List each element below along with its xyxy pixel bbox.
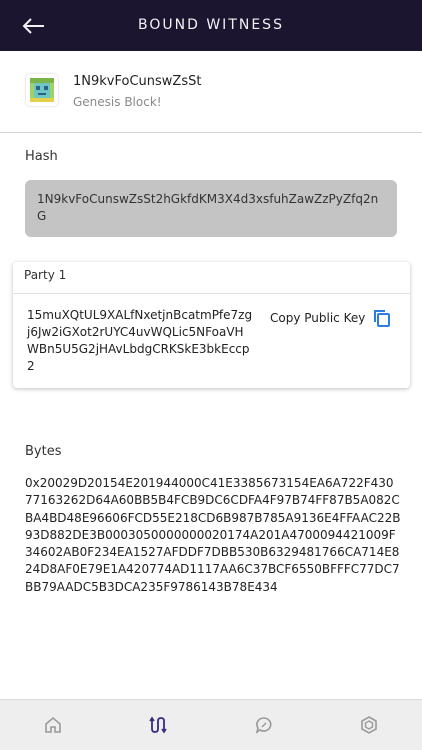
- copy-public-key-label: Copy Public Key: [270, 311, 366, 325]
- copy-public-key-button[interactable]: Copy Public Key: [270, 309, 391, 327]
- bound-witness-icon: [149, 716, 167, 734]
- hash-value: 1N9kvFoCunswZsSt2hGkfdKM3X4d3xsfuhZawZzP…: [25, 180, 397, 237]
- hash-label: Hash: [25, 149, 58, 164]
- party-card: Party 1 15muXQtUL9XALfNxetjnBcatmPfe7zgj…: [13, 262, 410, 388]
- block-avatar: [26, 74, 58, 106]
- tab-bound-witness[interactable]: [146, 714, 170, 736]
- pixel-avatar-icon: [30, 78, 54, 102]
- bytes-label: Bytes: [25, 444, 62, 459]
- hexagon-icon: [361, 716, 377, 734]
- top-bar: BOUND WITNESS: [0, 0, 422, 51]
- party-divider: [13, 293, 410, 294]
- block-subtitle: Genesis Block!: [73, 95, 162, 109]
- bottom-tab-bar: [0, 699, 422, 750]
- chat-icon: [255, 717, 272, 734]
- tab-home[interactable]: [41, 714, 65, 736]
- block-header: [0, 51, 422, 133]
- page-title: BOUND WITNESS: [138, 17, 284, 33]
- party-public-key: 15muXQtUL9XALfNxetjnBcatmPfe7zgj6Jw2iGXo…: [27, 308, 253, 373]
- copy-icon: [374, 310, 391, 327]
- tab-settings[interactable]: [357, 714, 381, 736]
- tab-chat[interactable]: [252, 714, 276, 736]
- block-title: 1N9kvFoCunswZsSt: [73, 74, 202, 89]
- home-icon: [45, 716, 61, 733]
- bytes-value: 0x20029D20154E201944000C41E3385673154EA6…: [25, 476, 401, 594]
- party-title: Party 1: [24, 268, 67, 282]
